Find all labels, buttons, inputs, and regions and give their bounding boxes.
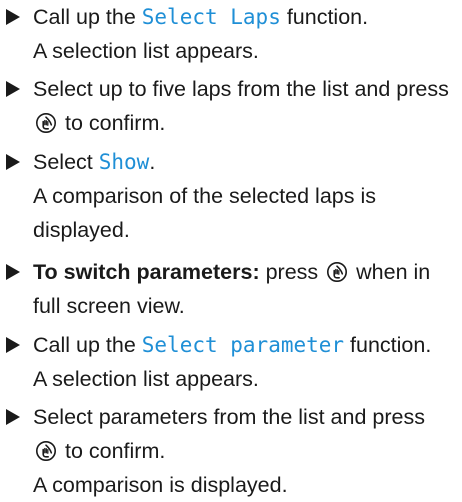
result-text: A comparison of the selected laps is (33, 184, 376, 208)
result-text: A comparison is displayed. (33, 473, 288, 497)
controller-knob-icon (36, 112, 56, 133)
bullet-triangle-icon (6, 154, 20, 170)
step-line: To switch parameters: press when in (0, 255, 458, 289)
result-text: A selection list appears. (33, 367, 259, 391)
instruction-page: Call up the Select Laps function. A sele… (0, 0, 462, 497)
step-select-laps-confirm: Select up to five laps from the list and… (0, 72, 458, 140)
step-text: to confirm. (59, 111, 166, 135)
step-result: displayed. (0, 213, 458, 247)
step-result: A selection list appears. (0, 362, 458, 396)
result-text: displayed. (33, 218, 130, 242)
step-text: to confirm. (59, 439, 166, 463)
ui-function-select-laps: Select Laps (141, 5, 281, 29)
step-text: Call up the (33, 5, 142, 29)
ui-function-show: Show (98, 150, 150, 174)
step-text: Select (33, 150, 99, 174)
step-text: when in (350, 260, 431, 284)
step-text: Select up to five laps from the list and… (33, 77, 449, 101)
step-call-up-select-parameter: Call up the Select parameter function. A… (0, 328, 458, 396)
bullet-triangle-icon (6, 9, 20, 25)
step-text: . (149, 150, 156, 174)
step-line: Call up the Select parameter function. (0, 328, 458, 362)
step-select-parameters-confirm: Select parameters from the list and pres… (0, 400, 458, 502)
step-result: A comparison is displayed. (0, 468, 458, 502)
step-call-up-select-laps: Call up the Select Laps function. A sele… (0, 0, 458, 68)
bullet-triangle-icon (6, 81, 20, 97)
bullet-triangle-icon (6, 264, 20, 280)
step-text: Select parameters from the list and pres… (33, 405, 425, 429)
step-line: to confirm. (0, 106, 458, 140)
controller-knob-icon (327, 261, 348, 282)
step-bold-label: To switch parameters: (33, 260, 260, 284)
bullet-triangle-icon (6, 337, 20, 353)
controller-knob-icon (36, 440, 56, 461)
step-text: function. (280, 5, 369, 29)
step-line: Select up to five laps from the list and… (0, 72, 458, 106)
step-line: Select Show. (0, 145, 458, 179)
ui-function-select-parameter: Select parameter (141, 333, 345, 357)
step-text: function. (344, 333, 432, 357)
result-text: A selection list appears. (33, 39, 259, 63)
step-line: to confirm. (0, 434, 458, 468)
step-text: Call up the (33, 333, 142, 357)
step-text: full screen view. (33, 294, 185, 318)
step-select-show: Select Show. A comparison of the selecte… (0, 145, 458, 247)
step-result: A selection list appears. (0, 34, 458, 68)
bullet-triangle-icon (6, 409, 20, 425)
step-line: Call up the Select Laps function. (0, 0, 458, 34)
step-line: full screen view. (0, 289, 458, 323)
step-line: Select parameters from the list and pres… (0, 400, 458, 434)
step-switch-parameters: To switch parameters: press when in full… (0, 255, 458, 323)
step-text: press (259, 260, 325, 284)
step-result: A comparison of the selected laps is (0, 179, 458, 213)
